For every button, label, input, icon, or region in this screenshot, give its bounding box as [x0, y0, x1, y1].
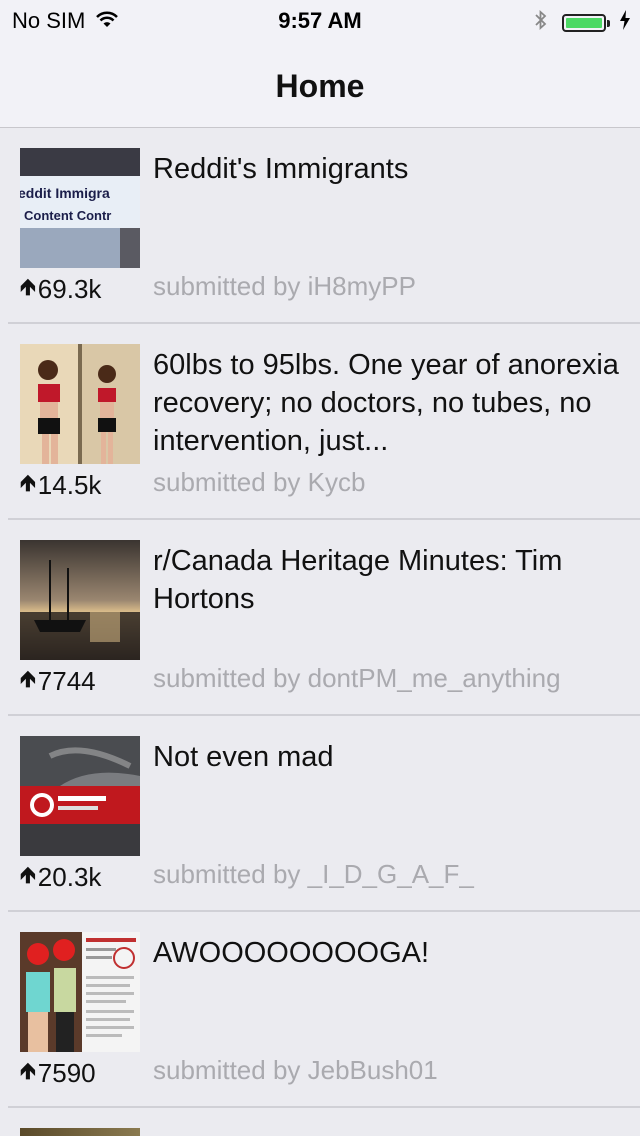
battery-fill — [566, 18, 602, 28]
post-author: submitted by iH8myPP — [153, 271, 416, 301]
score-value: 69.3k — [37, 273, 102, 304]
post-score: 🡹 7590 — [20, 1054, 96, 1092]
battery-tip — [607, 20, 610, 27]
post-row[interactable]: AWOOOOOOOOGA! 🡹 7590 submitted by JebBus… — [8, 912, 640, 1108]
post-score: 🡹 7744 — [20, 662, 96, 700]
upvote-arrow-icon: 🡹 — [20, 274, 36, 299]
post-title[interactable]: 60lbs to 95lbs. One year of anorexia rec… — [153, 346, 628, 460]
post-score: 🡹 69.3k — [20, 270, 101, 308]
post-thumbnail[interactable] — [20, 932, 140, 1052]
nav-title: Home — [275, 68, 365, 104]
score-value: 20.3k — [37, 861, 102, 892]
post-score: 🡹 14.5k — [20, 466, 101, 504]
screen: No SIM 9:57 AM Home eddit Immigra Conten… — [0, 0, 640, 1136]
status-right — [534, 8, 630, 38]
battery-icon — [562, 14, 610, 32]
post-author: submitted by _I_D_G_A_F_ — [153, 859, 474, 889]
post-score: 🡹 20.3k — [20, 858, 101, 896]
upvote-arrow-icon: 🡹 — [20, 1058, 36, 1083]
score-value: 7744 — [37, 665, 96, 696]
score-value: 14.5k — [37, 469, 102, 500]
post-title[interactable]: AWOOOOOOOOGA! — [153, 934, 628, 972]
upvote-arrow-icon: 🡹 — [20, 470, 36, 495]
post-list[interactable]: eddit Immigra Content Contr Reddit's Imm… — [0, 128, 640, 1136]
post-thumbnail[interactable] — [20, 344, 140, 464]
thumb-text: eddit Immigra — [20, 185, 110, 201]
bluetooth-icon — [534, 8, 548, 38]
upvote-arrow-icon: 🡹 — [20, 666, 36, 691]
score-value: 7590 — [37, 1057, 96, 1088]
post-title[interactable]: Not even mad — [153, 738, 628, 776]
post-author: submitted by JebBush01 — [153, 1055, 438, 1085]
post-author: submitted by Kycb — [153, 467, 366, 497]
post-row[interactable]: Not even mad 🡹 20.3k submitted by _I_D_G… — [8, 716, 640, 912]
navigation-bar: Home — [0, 40, 640, 128]
post-title[interactable]: r/Canada Heritage Minutes: Tim Hortons — [153, 542, 628, 618]
post-row[interactable]: eddit Immigra Content Contr Reddit's Imm… — [8, 128, 640, 324]
post-author: submitted by dontPM_me_anything — [153, 663, 561, 693]
status-bar: No SIM 9:57 AM — [0, 0, 640, 40]
post-thumbnail[interactable] — [20, 540, 140, 660]
post-thumbnail[interactable]: eddit Immigra Content Contr — [20, 148, 140, 268]
post-thumbnail[interactable] — [20, 736, 140, 856]
post-row[interactable]: r/Canada Heritage Minutes: Tim Hortons 🡹… — [8, 520, 640, 716]
upvote-arrow-icon: 🡹 — [20, 862, 36, 887]
thumb-text: Content Contr — [24, 208, 111, 223]
post-title[interactable]: Reddit's Immigrants — [153, 150, 628, 188]
post-row-partial[interactable] — [8, 1108, 640, 1136]
post-thumbnail[interactable] — [20, 1128, 140, 1136]
post-row[interactable]: 60lbs to 95lbs. One year of anorexia rec… — [8, 324, 640, 520]
charging-icon — [620, 10, 630, 36]
